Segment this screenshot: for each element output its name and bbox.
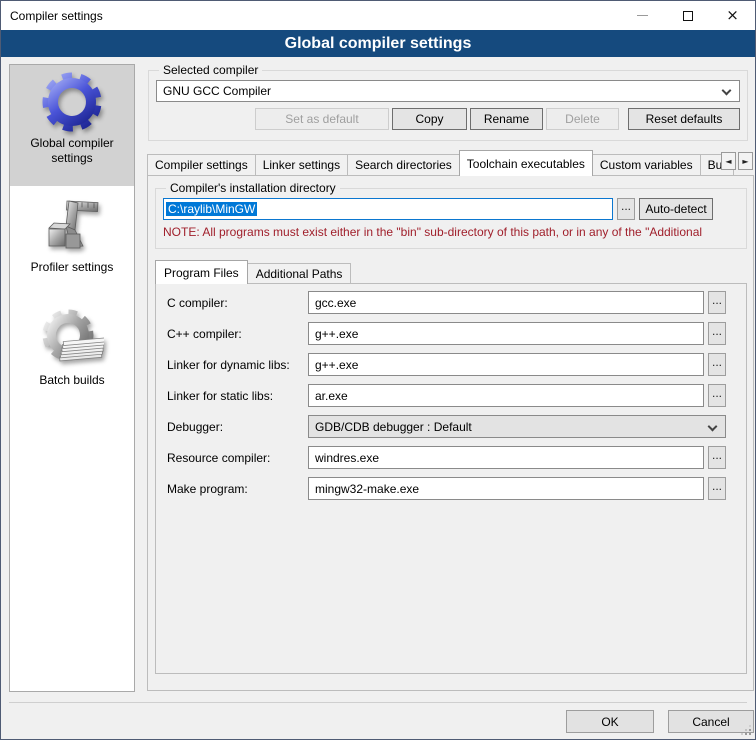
chevron-down-icon (708, 422, 718, 432)
selected-compiler-dropdown[interactable]: GNU GCC Compiler (156, 80, 740, 102)
maximize-button[interactable] (665, 1, 710, 30)
window-title: Compiler settings (1, 9, 103, 23)
installation-directory-group: Compiler's installation directory C:\ray… (155, 181, 747, 249)
settings-tab-strip: Compiler settings Linker settings Search… (147, 150, 754, 175)
close-icon: × (726, 8, 739, 23)
field-label: C compiler: (167, 296, 308, 310)
linker-static-browse-button[interactable]: ... (708, 384, 726, 407)
resize-grip[interactable] (739, 723, 751, 735)
delete-button[interactable]: Delete (546, 108, 619, 130)
field-row-debugger: Debugger: GDB/CDB debugger : Default (167, 415, 726, 438)
copy-button[interactable]: Copy (392, 108, 467, 130)
sidebar-item-label: Batch builds (10, 371, 134, 394)
compiler-settings-dialog: Compiler settings × Global compiler sett… (0, 0, 756, 740)
tab-custom-variables[interactable]: Custom variables (592, 154, 701, 175)
toolchain-executables-panel: Compiler's installation directory C:\ray… (147, 175, 754, 691)
window-controls: × (620, 1, 755, 30)
subtab-program-files[interactable]: Program Files (155, 260, 248, 284)
field-value: g++.exe (315, 327, 358, 341)
installation-directory-browse-button[interactable]: ... (617, 198, 635, 220)
tab-scroll-right-icon[interactable]: ► (738, 152, 753, 170)
chevron-down-icon (722, 86, 732, 96)
field-row-resource-compiler: Resource compiler: windres.exe ... (167, 446, 726, 469)
cpp-compiler-input[interactable]: g++.exe (308, 322, 704, 345)
field-row-make-program: Make program: mingw32-make.exe ... (167, 477, 726, 500)
field-value: g++.exe (315, 358, 358, 372)
installation-directory-legend: Compiler's installation directory (166, 181, 340, 195)
field-label: Make program: (167, 482, 308, 496)
field-label: C++ compiler: (167, 327, 308, 341)
field-value: gcc.exe (315, 296, 356, 310)
selected-compiler-legend: Selected compiler (159, 63, 262, 77)
field-label: Debugger: (167, 420, 308, 434)
field-label: Resource compiler: (167, 451, 308, 465)
selected-compiler-value: GNU GCC Compiler (163, 84, 271, 98)
field-label: Linker for dynamic libs: (167, 358, 308, 372)
field-row-linker-dynamic: Linker for dynamic libs: g++.exe ... (167, 353, 726, 376)
program-files-tab-strip: Program Files Additional Paths (155, 259, 350, 283)
field-value: windres.exe (315, 451, 379, 465)
set-as-default-button[interactable]: Set as default (255, 108, 389, 130)
installation-directory-input[interactable]: C:\raylib\MinGW (163, 198, 613, 220)
maximize-icon (683, 11, 693, 21)
footer-divider (9, 702, 747, 703)
page-title-banner: Global compiler settings (1, 30, 755, 57)
make-program-input[interactable]: mingw32-make.exe (308, 477, 704, 500)
installation-directory-row: C:\raylib\MinGW ... Auto-detect (163, 198, 739, 220)
subtab-additional-paths[interactable]: Additional Paths (247, 263, 352, 283)
make-program-browse-button[interactable]: ... (708, 477, 726, 500)
cpp-compiler-browse-button[interactable]: ... (708, 322, 726, 345)
field-value: mingw32-make.exe (315, 482, 419, 496)
minimize-icon (637, 15, 648, 16)
program-files-panel: C compiler: gcc.exe ... C++ compiler: g+… (155, 283, 747, 674)
sidebar-item-global-compiler-settings[interactable]: Global compiler settings (10, 65, 134, 186)
field-value: GDB/CDB debugger : Default (315, 420, 472, 434)
compiler-actions-row: Set as default Copy Rename Delete Reset … (156, 108, 740, 130)
tab-compiler-settings[interactable]: Compiler settings (147, 154, 256, 175)
sidebar-item-batch-builds[interactable]: Batch builds (10, 307, 134, 394)
tab-scroll-buttons: ◄ ► (721, 152, 753, 170)
tab-search-directories[interactable]: Search directories (347, 154, 460, 175)
field-row-linker-static: Linker for static libs: ar.exe ... (167, 384, 726, 407)
c-compiler-browse-button[interactable]: ... (708, 291, 726, 314)
reset-defaults-button[interactable]: Reset defaults (628, 108, 740, 130)
close-button[interactable]: × (710, 1, 755, 30)
sidebar-item-label: Profiler settings (10, 258, 134, 281)
rename-button[interactable]: Rename (470, 108, 543, 130)
selected-path-text: C:\raylib\MinGW (166, 202, 257, 216)
auto-detect-button[interactable]: Auto-detect (639, 198, 713, 220)
resource-compiler-input[interactable]: windres.exe (308, 446, 704, 469)
ok-button[interactable]: OK (566, 710, 654, 733)
title-bar: Compiler settings × (1, 1, 755, 30)
minimize-button[interactable] (620, 1, 665, 30)
tab-linker-settings[interactable]: Linker settings (255, 154, 348, 175)
field-label: Linker for static libs: (167, 389, 308, 403)
tab-toolchain-executables[interactable]: Toolchain executables (459, 150, 593, 176)
bin-subdirectory-note: NOTE: All programs must exist either in … (163, 225, 739, 239)
blue-gear-icon (40, 70, 104, 134)
settings-category-sidebar: Global compiler settings (9, 64, 135, 692)
sidebar-item-label: Global compiler settings (10, 134, 134, 172)
selected-compiler-group: Selected compiler GNU GCC Compiler Set a… (148, 63, 748, 141)
debugger-dropdown[interactable]: GDB/CDB debugger : Default (308, 415, 726, 438)
gray-gear-stack-icon (40, 307, 104, 371)
resource-compiler-browse-button[interactable]: ... (708, 446, 726, 469)
c-compiler-input[interactable]: gcc.exe (308, 291, 704, 314)
linker-dynamic-browse-button[interactable]: ... (708, 353, 726, 376)
tab-scroll-left-icon[interactable]: ◄ (721, 152, 736, 170)
sidebar-item-profiler-settings[interactable]: Profiler settings (10, 190, 134, 281)
field-row-c-compiler: C compiler: gcc.exe ... (167, 291, 726, 314)
linker-static-input[interactable]: ar.exe (308, 384, 704, 407)
calipers-icon (40, 194, 104, 258)
field-value: ar.exe (315, 389, 348, 403)
field-row-cpp-compiler: C++ compiler: g++.exe ... (167, 322, 726, 345)
linker-dynamic-input[interactable]: g++.exe (308, 353, 704, 376)
